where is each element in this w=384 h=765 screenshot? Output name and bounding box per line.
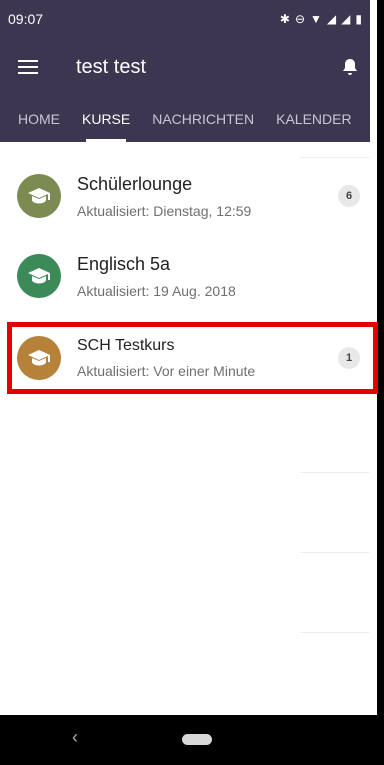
battery-icon: ▮ [355,12,362,26]
home-pill[interactable] [182,734,212,745]
dnd-icon: ⊖ [294,12,306,26]
bluetooth-icon: ✱ [279,12,290,26]
wifi-icon: ▼ [310,12,322,26]
page-title: test test [76,55,147,78]
list-item[interactable]: Englisch 5a Aktualisiert: 19 Aug. 2018 [0,236,370,316]
list-item[interactable]: Schülerlounge Aktualisiert: Dienstag, 12… [0,156,370,236]
graduation-cap-icon [17,254,61,298]
course-updated: Aktualisiert: 19 Aug. 2018 [77,282,236,299]
tab-nachrichten[interactable]: NACHRICHTEN [144,96,262,142]
tab-kalender[interactable]: KALENDER [268,96,359,142]
tab-bar: HOME KURSE NACHRICHTEN KALENDER [0,96,370,142]
unread-badge: 6 [338,185,360,207]
status-time: 09:07 [8,11,44,27]
course-name: Englisch 5a [77,253,171,274]
signal-icon: ◢ [341,12,351,26]
course-updated: Aktualisiert: Dienstag, 12:59 [77,202,252,219]
divider [300,552,370,553]
back-icon[interactable]: ‹ [72,727,78,748]
app-bar: test test [0,38,370,96]
course-list: Schülerlounge Aktualisiert: Dienstag, 12… [0,142,370,715]
bell-icon[interactable] [330,38,370,96]
divider [300,472,370,473]
tab-kurse[interactable]: KURSE [74,96,138,142]
menu-icon[interactable] [0,38,56,96]
course-name: Schülerlounge [77,173,193,194]
signal-icon: ◢ [326,12,337,26]
status-icons: ✱ ⊖ ▼ ◢ ◢ ▮ [280,12,362,26]
divider [300,632,370,633]
tab-home[interactable]: HOME [10,96,68,142]
status-bar: 09:07 ✱ ⊖ ▼ ◢ ◢ ▮ [0,0,370,38]
system-nav-bar: ‹ [0,715,384,765]
graduation-cap-icon [17,174,61,218]
selection-highlight [7,322,378,394]
